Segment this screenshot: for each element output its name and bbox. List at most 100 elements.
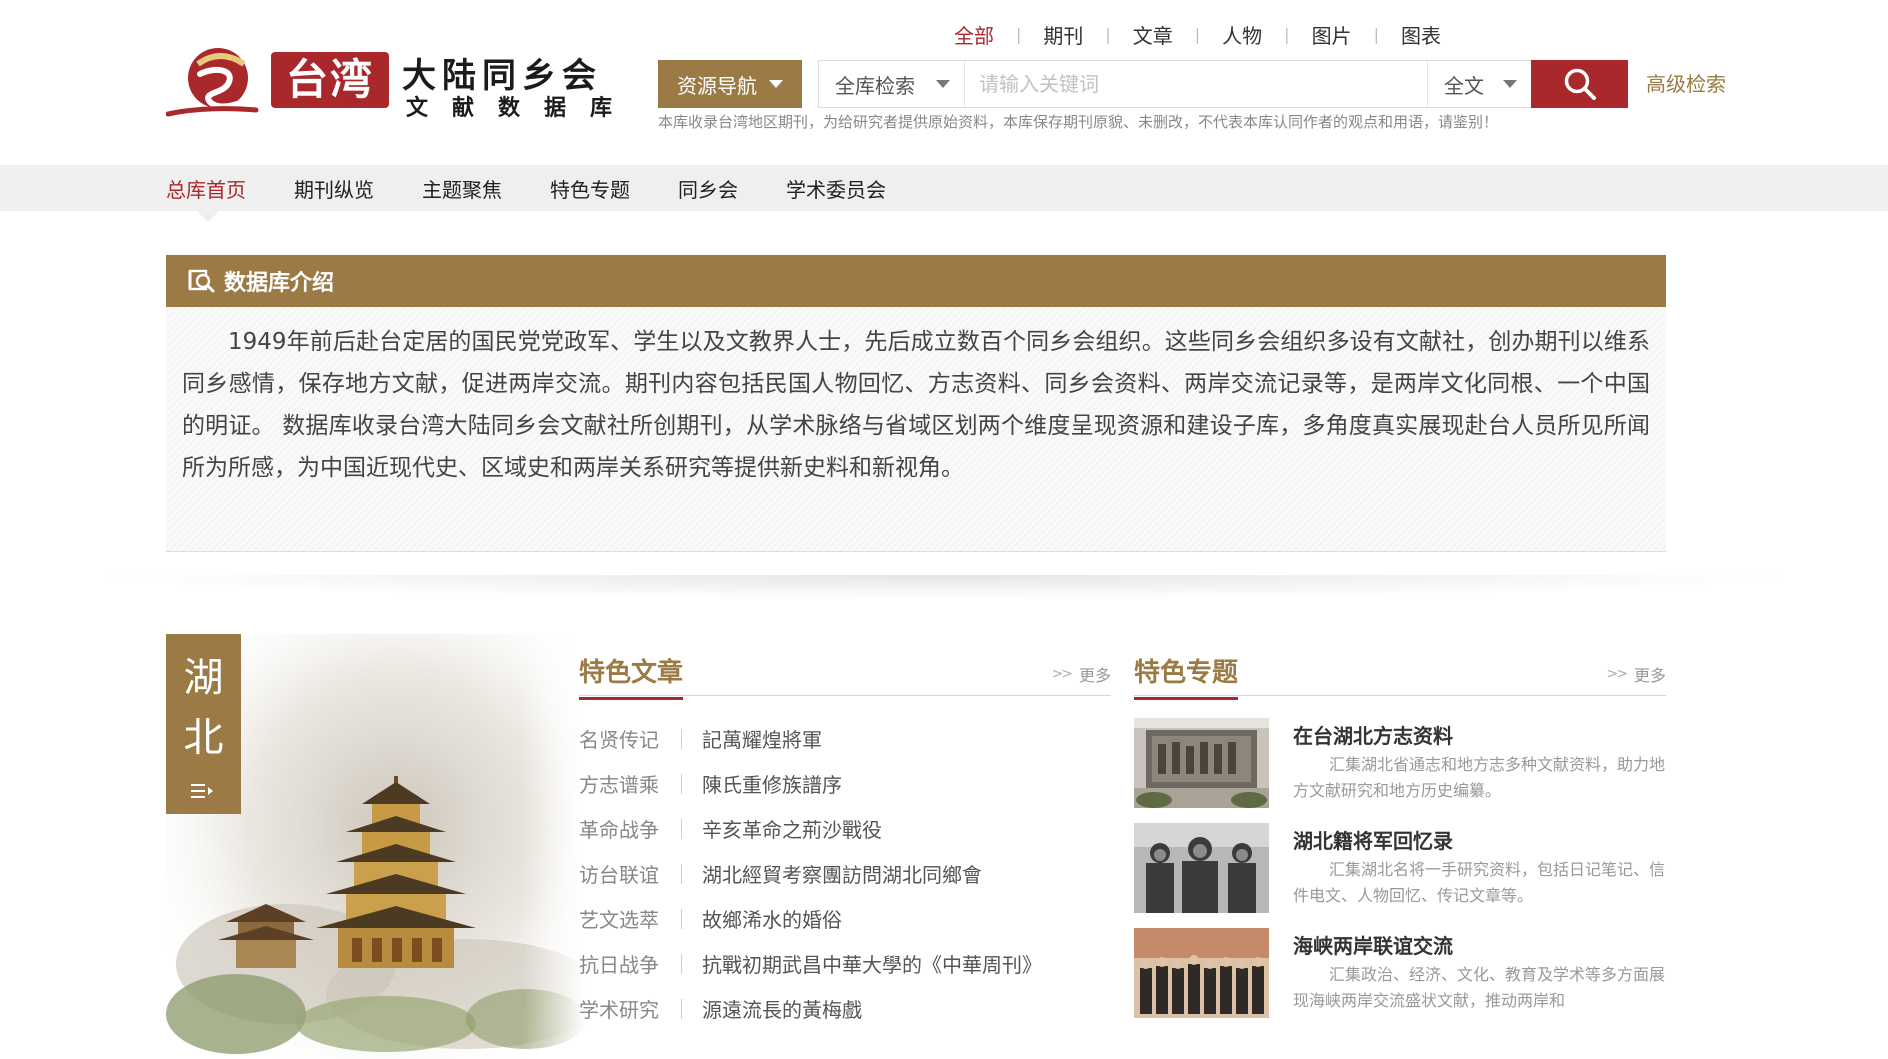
search-scope-value: 全库检索: [835, 73, 915, 98]
article-category: 艺文选萃: [579, 908, 659, 932]
more-link-label: 更多: [1078, 666, 1111, 685]
article-title[interactable]: 抗戰初期武昌中華大學的《中華周刊》: [702, 949, 1042, 978]
article-title[interactable]: 記萬耀煌將軍: [702, 724, 822, 753]
topic-description: 汇集湖北名将一手研究资料，包括日记笔记、信件电文、人物回忆、传记文章等。: [1293, 860, 1666, 905]
article-category: 学术研究: [579, 998, 659, 1022]
topic-description: 汇集政治、经济、文化、教育及学术等多方面展现海峡两岸交流盛状文献，推动两岸和: [1293, 965, 1666, 1010]
list-item[interactable]: 方志谱乘 陳氏重修族譜序: [579, 761, 1111, 806]
article-title[interactable]: 湖北經貿考察團訪問湖北同鄉會: [702, 859, 982, 888]
topic-list: 在台湖北方志资料 汇集湖北省通志和地方志多种文献资料，助力地方文献研究和地方历史…: [1134, 718, 1666, 1033]
scope-tab-journals[interactable]: 期刊: [1039, 20, 1087, 49]
more-link-label: 更多: [1633, 666, 1666, 685]
article-title[interactable]: 故鄉浠水的婚俗: [702, 904, 842, 933]
article-category: 革命战争: [579, 818, 659, 842]
topic-title[interactable]: 湖北籍将军回忆录: [1293, 825, 1453, 854]
nav-item-journals[interactable]: 期刊纵览: [294, 174, 374, 203]
search-input[interactable]: [965, 61, 1427, 107]
featured-articles-header: 特色文章 >> 更多: [579, 646, 1111, 700]
search-scope-tabs: 全部 | 期刊 | 文章 | 人物 | 图片 | 图表: [950, 18, 1445, 50]
article-category: 访台联谊: [579, 863, 659, 887]
region-char: 北: [183, 715, 224, 761]
topic-card[interactable]: 湖北籍将军回忆录 汇集湖北名将一手研究资料，包括日记笔记、信件电文、人物回忆、传…: [1134, 823, 1666, 928]
search-icon: [1564, 68, 1596, 100]
list-item[interactable]: 艺文选萃 故鄉浠水的婚俗: [579, 896, 1111, 941]
region-char: 湖: [183, 655, 224, 701]
topic-title[interactable]: 海峡两岸联谊交流: [1293, 930, 1453, 959]
intro-panel: 数据库介绍 1949年前后赴台定居的国民党党政军、学生以及文教界人士，先后成立数…: [166, 255, 1666, 552]
intro-header: 数据库介绍: [166, 255, 1666, 307]
featured-articles-title: 特色文章: [579, 652, 684, 700]
list-item[interactable]: 抗日战争 抗戰初期武昌中華大學的《中華周刊》: [579, 941, 1111, 986]
divider: [681, 773, 682, 794]
featured-articles: 特色文章 >> 更多 名贤传记 記萬耀煌將軍 方志谱乘 陳氏重修族譜序 革命战争 辛亥…: [579, 646, 1111, 1031]
search-box: 全库检索 全文: [818, 60, 1628, 108]
page: 台湾 大陆同乡会 文献数据库 全部 | 期刊 | 文章 | 人物 | 图片 | …: [0, 0, 1888, 1059]
featured-topics: 特色专题 >> 更多 在台湖北方志资料 汇集湖北省通志和地方志多种文献资料，助力…: [1134, 646, 1666, 1033]
topic-thumbnail: [1134, 823, 1269, 913]
divider: [681, 953, 682, 974]
topic-thumbnail: [1134, 928, 1269, 1018]
nav-item-home[interactable]: 总库首页: [166, 174, 246, 203]
search-field-select[interactable]: 全文: [1427, 61, 1531, 107]
magnifier-book-icon: [188, 269, 215, 293]
article-title[interactable]: 辛亥革命之荊沙戰役: [702, 814, 882, 843]
search-bar: 资源导航 全库检索 全文: [658, 60, 1726, 108]
scope-tab-all[interactable]: 全部: [950, 20, 998, 49]
scope-tab-charts[interactable]: 图表: [1397, 20, 1445, 49]
header: 台湾 大陆同乡会 文献数据库 全部 | 期刊 | 文章 | 人物 | 图片 | …: [0, 0, 1888, 165]
article-list: 名贤传记 記萬耀煌將軍 方志谱乘 陳氏重修族譜序 革命战争 辛亥革命之荊沙戰役 访台联…: [579, 716, 1111, 1031]
region-panel-hubei: 湖 北: [166, 634, 586, 1059]
chevron-down-icon: [936, 80, 950, 88]
scope-separator: |: [1016, 24, 1022, 44]
nav-item-associations[interactable]: 同乡会: [678, 174, 738, 203]
logo-taiwan-mark: 台湾: [271, 52, 389, 108]
resource-nav-label: 资源导航: [677, 73, 757, 98]
resource-nav-dropdown[interactable]: 资源导航: [658, 60, 802, 108]
more-link[interactable]: >> 更多: [1607, 662, 1666, 686]
topic-thumbnail: [1134, 718, 1269, 808]
intro-title: 数据库介绍: [224, 271, 335, 296]
scope-separator: |: [1373, 24, 1379, 44]
article-title[interactable]: 陳氏重修族譜序: [702, 769, 842, 798]
double-chevron-right-icon: >>: [1606, 666, 1629, 682]
article-category: 名贤传记: [579, 728, 659, 752]
search-scope-select[interactable]: 全库检索: [819, 61, 965, 107]
list-item[interactable]: 访台联谊 湖北經貿考察團訪問湖北同鄉會: [579, 851, 1111, 896]
disclaimer-notice: 本库收录台湾地区期刊，为给研究者提供原始资料，本库保存期刊原貌、未删改，不代表本…: [658, 113, 1499, 131]
article-category: 抗日战争: [579, 953, 659, 977]
site-logo[interactable]: 台湾 大陆同乡会 文献数据库: [166, 44, 636, 124]
divider: [681, 863, 682, 884]
featured-topics-header: 特色专题 >> 更多: [1134, 646, 1666, 700]
topic-card[interactable]: 在台湖北方志资料 汇集湖北省通志和地方志多种文献资料，助力地方文献研究和地方历史…: [1134, 718, 1666, 823]
list-item[interactable]: 革命战争 辛亥革命之荊沙戰役: [579, 806, 1111, 851]
nav-item-topics[interactable]: 主题聚焦: [422, 174, 502, 203]
topic-card[interactable]: 海峡两岸联谊交流 汇集政治、经济、文化、教育及学术等多方面展现海峡两岸交流盛状文…: [1134, 928, 1666, 1033]
intro-text: 1949年前后赴台定居的国民党党政军、学生以及文教界人士，先后成立数百个同乡会组…: [182, 329, 1650, 481]
featured-topics-title: 特色专题: [1134, 652, 1239, 700]
scope-separator: |: [1284, 24, 1290, 44]
advanced-search-link[interactable]: 高级检索: [1646, 60, 1726, 108]
double-chevron-right-icon: >>: [1051, 666, 1074, 682]
scope-tab-people[interactable]: 人物: [1218, 20, 1266, 49]
scope-separator: |: [1105, 24, 1111, 44]
nav-active-caret: [197, 211, 219, 222]
article-title[interactable]: 源遠流長的黃梅戲: [702, 994, 862, 1023]
chevron-down-icon: [1503, 80, 1517, 88]
chevron-down-icon: [769, 80, 783, 88]
nav-item-committee[interactable]: 学术委员会: [786, 174, 886, 203]
region-tab-hubei[interactable]: 湖 北: [166, 634, 241, 814]
divider: [681, 728, 682, 749]
list-item[interactable]: 学术研究 源遠流長的黃梅戲: [579, 986, 1111, 1031]
divider: [681, 818, 682, 839]
section-divider-shadow: [80, 575, 1808, 599]
scope-tab-images[interactable]: 图片: [1308, 20, 1356, 49]
divider: [681, 908, 682, 929]
divider: [681, 998, 682, 1019]
search-button[interactable]: [1531, 60, 1628, 108]
topic-title[interactable]: 在台湖北方志资料: [1293, 720, 1453, 749]
scope-separator: |: [1194, 24, 1201, 44]
list-item[interactable]: 名贤传记 記萬耀煌將軍: [579, 716, 1111, 761]
scope-tab-articles[interactable]: 文章: [1129, 20, 1177, 49]
nav-item-special[interactable]: 特色专题: [550, 174, 630, 203]
more-link[interactable]: >> 更多: [1052, 662, 1111, 686]
